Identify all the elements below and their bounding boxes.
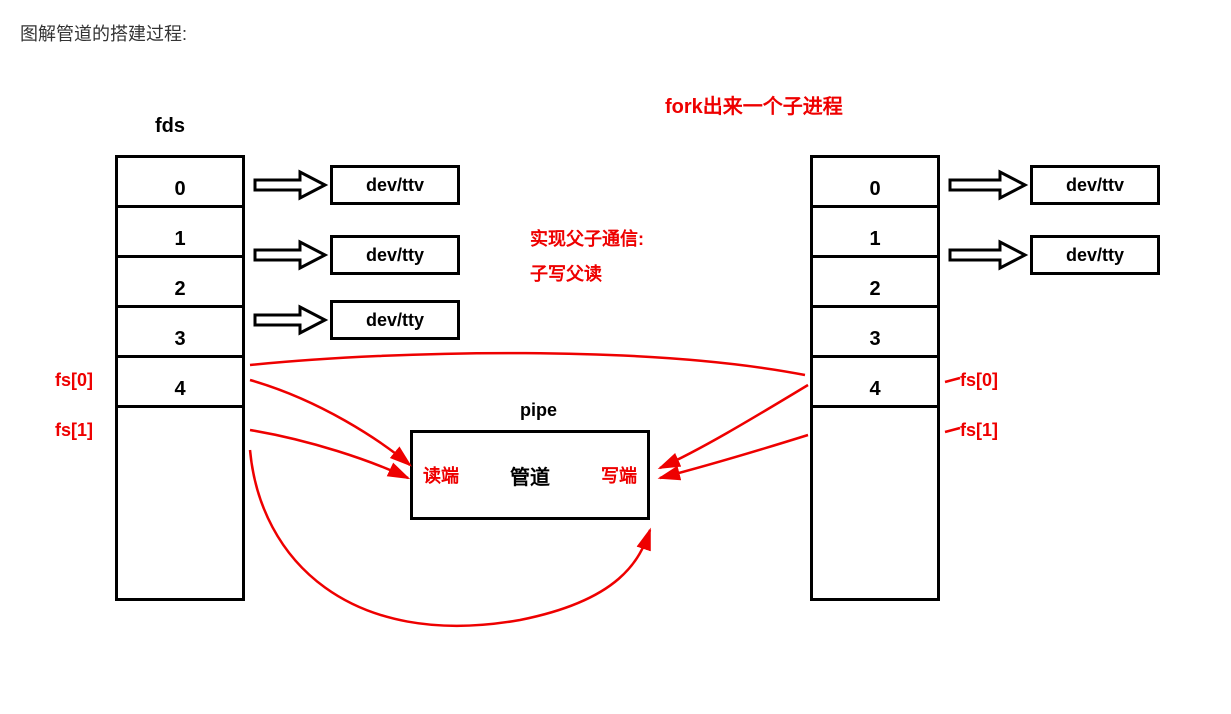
pipe-write-end: 写端 [601,462,637,488]
right-fd-0: 0 [813,158,937,208]
right-dev-1: dev/tty [1030,235,1160,275]
right-fd-3: 3 [813,308,937,358]
right-fd-2: 2 [813,258,937,308]
right-fd-1: 1 [813,208,937,258]
diagram-title: 图解管道的搭建过程: [20,20,187,46]
left-fd-spacer [118,408,242,598]
left-dev-0: dev/ttv [330,165,460,205]
arrow-left-1 [255,242,325,268]
left-fd-table: 0 1 2 3 4 [115,155,245,601]
right-fs1-label: fs[1] [960,420,998,441]
right-fs0-label: fs[0] [960,370,998,391]
curve-left-fd4-to-pipe [250,430,408,478]
right-fork-header: fork出来一个子进程 [665,90,843,119]
left-fd-2: 2 [118,258,242,308]
left-fd-1: 1 [118,208,242,258]
right-fd-spacer [813,408,937,598]
right-fd-4: 4 [813,358,937,408]
left-fs1-label: fs[1] [55,420,93,441]
left-fds-header: fds [155,115,185,138]
pipe-text: 管道 [510,461,550,490]
arrow-right-0 [950,172,1025,198]
comm-line2: 子写父读 [530,260,602,286]
left-fd-0: 0 [118,158,242,208]
arrow-left-0 [255,172,325,198]
curve-right-fd4-to-pipe [660,435,808,478]
arrow-left-2 [255,307,325,333]
left-fd-3: 3 [118,308,242,358]
curve-top-connect [250,353,805,375]
curve-left-fd3-to-pipe [250,380,410,465]
pipe-box: 读端 管道 写端 [410,430,650,520]
tick-right-fs0 [945,378,960,382]
curve-right-fd3-to-pipe [660,385,808,468]
comm-line1: 实现父子通信: [530,225,644,251]
pipe-read-end: 读端 [423,462,459,488]
left-fs0-label: fs[0] [55,370,93,391]
left-fd-4: 4 [118,358,242,408]
tick-right-fs1 [945,428,960,432]
right-fd-table: 0 1 2 3 4 [810,155,940,601]
right-dev-0: dev/ttv [1030,165,1160,205]
left-dev-2: dev/tty [330,300,460,340]
left-dev-1: dev/tty [330,235,460,275]
pipe-label: pipe [520,400,557,421]
arrow-right-1 [950,242,1025,268]
